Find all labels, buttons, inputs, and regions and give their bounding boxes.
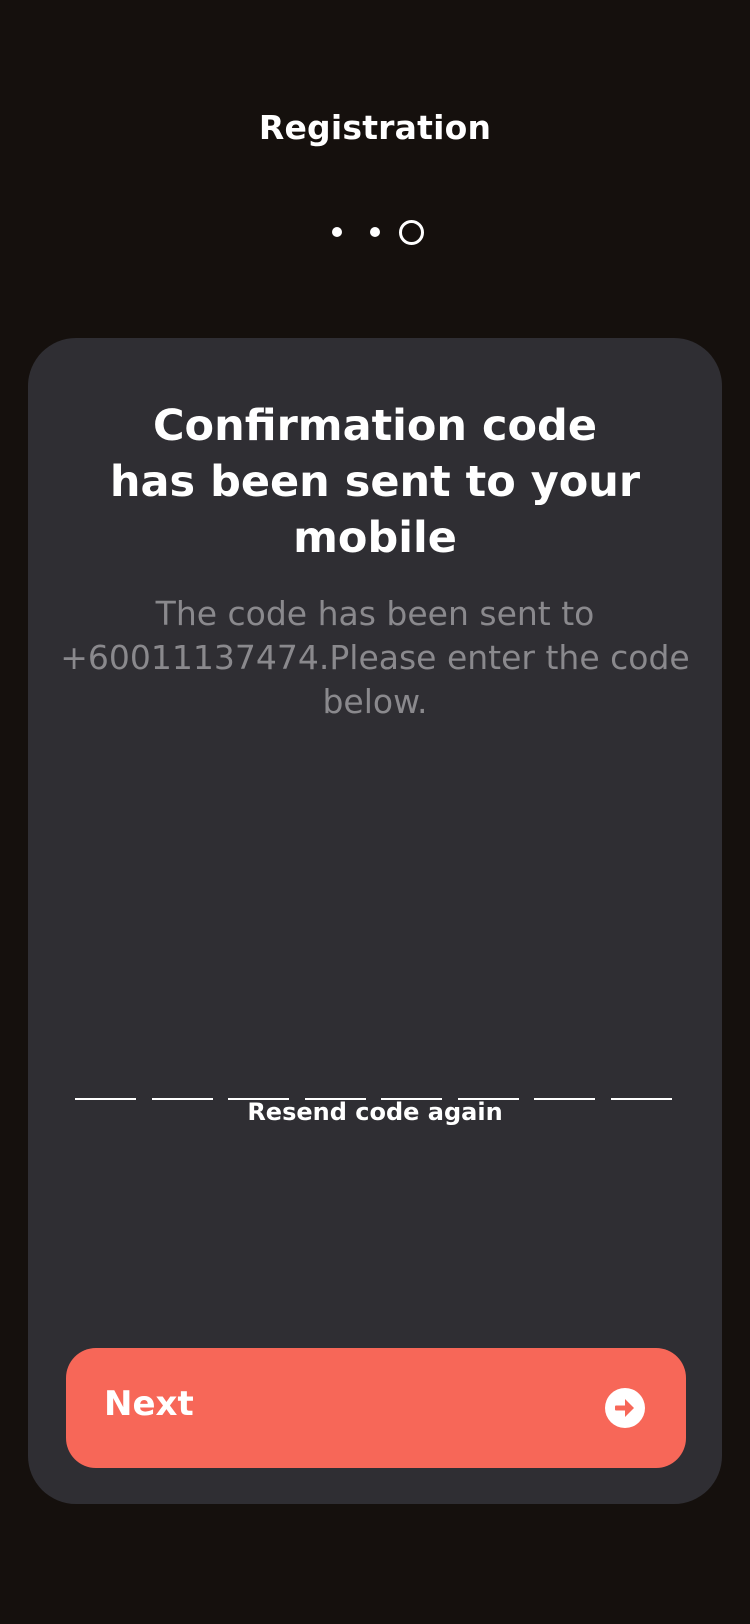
code-digit-input-5[interactable] [381, 1058, 442, 1100]
code-digit-input-4[interactable] [305, 1058, 366, 1100]
next-button[interactable]: Next [66, 1348, 686, 1468]
heading-line-2: has been sent to your [109, 457, 641, 507]
code-digit-input-7[interactable] [534, 1058, 595, 1100]
code-digit-input-1[interactable] [75, 1058, 136, 1100]
step-dot-2 [370, 227, 380, 237]
step-dot-1 [332, 227, 342, 237]
page-title: Registration [258, 108, 492, 147]
code-digit-input-8[interactable] [611, 1058, 672, 1100]
step-dot-current [399, 220, 424, 245]
arrow-right-circle-icon [605, 1388, 645, 1428]
confirmation-card: Confirmation code has been sent to your … [28, 338, 722, 1504]
code-digit-input-3[interactable] [228, 1058, 289, 1100]
confirmation-subtext: The code has been sent to +60011137474.P… [60, 594, 690, 721]
code-digit-input-6[interactable] [458, 1058, 519, 1100]
step-indicator [0, 218, 750, 246]
confirmation-heading: Confirmation code has been sent to your … [28, 398, 722, 566]
code-input-row [75, 1058, 675, 1100]
resend-code-link[interactable]: Resend code again [28, 1098, 722, 1126]
next-button-label: Next [104, 1384, 194, 1424]
code-digit-input-2[interactable] [152, 1058, 213, 1100]
heading-line-3: mobile [293, 513, 457, 563]
heading-line-1: Confirmation code [152, 401, 597, 451]
